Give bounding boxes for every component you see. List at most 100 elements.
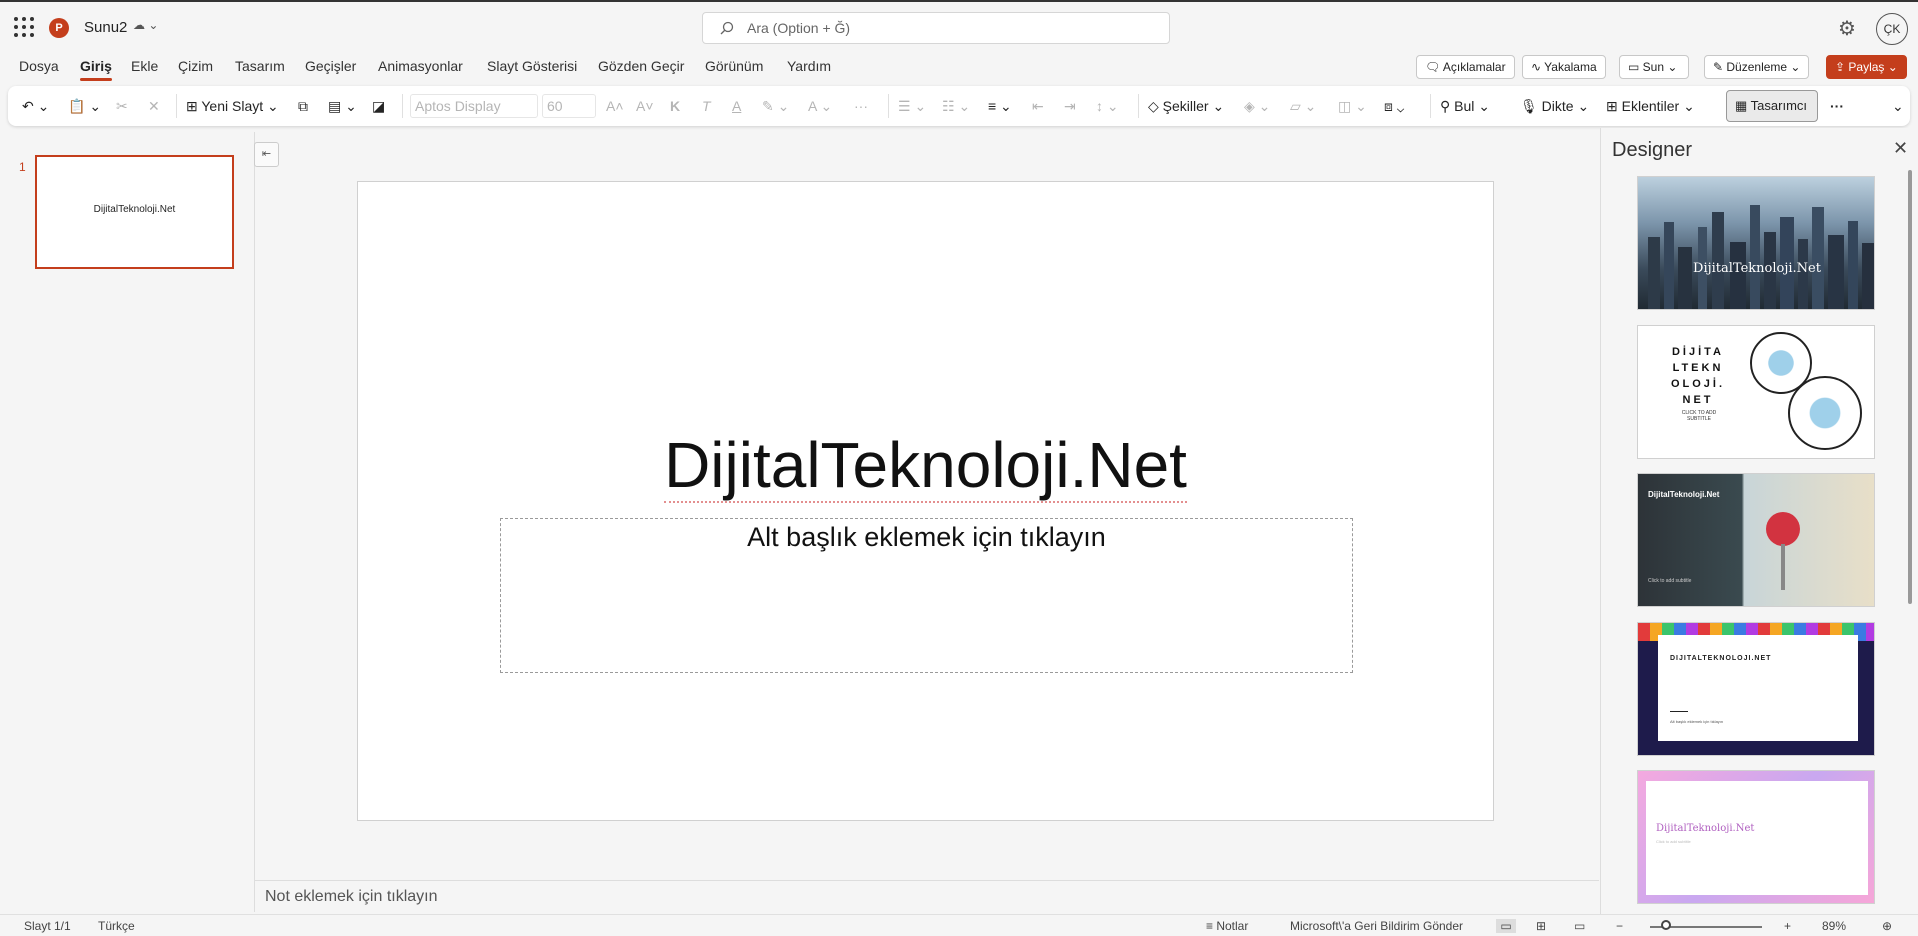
design-idea-5-subtext: Click to add subtitle xyxy=(1656,839,1691,844)
tab-ekle[interactable]: Ekle xyxy=(131,58,158,74)
language-indicator[interactable]: Türkçe xyxy=(98,919,135,933)
share-label: Paylaş xyxy=(1848,60,1885,74)
divider xyxy=(1670,711,1688,712)
tab-gozden-gecir[interactable]: Gözden Geçir xyxy=(598,58,684,74)
bold-button[interactable]: K xyxy=(670,96,680,116)
reuse-slides-icon[interactable]: ⧉ xyxy=(298,96,308,116)
editing-mode-button[interactable]: ✎ Düzenleme ⌄ xyxy=(1704,55,1810,79)
comments-button[interactable]: 🗨 Açıklamalar xyxy=(1416,55,1515,79)
subtitle-placeholder[interactable]: Alt başlık eklemek için tıklayın xyxy=(500,518,1353,673)
tab-animasyonlar[interactable]: Animasyonlar xyxy=(378,58,463,74)
paste-icon[interactable]: 📋 ⌄ xyxy=(68,96,101,116)
zoom-out-icon[interactable]: − xyxy=(1616,919,1623,933)
share-button[interactable]: ⇪ Paylaş ⌄ xyxy=(1826,55,1907,79)
tab-dosya[interactable]: Dosya xyxy=(19,58,59,74)
slide-thumbnail[interactable]: DijitalTeknoloji.Net xyxy=(35,155,234,269)
layout-icon[interactable]: ▤ ⌄ xyxy=(328,96,357,116)
more-options-icon[interactable]: ··· xyxy=(1830,96,1844,116)
new-slide-button[interactable]: ⊞ Yeni Slayt ⌄ xyxy=(186,96,279,116)
present-icon: ▭ xyxy=(1628,60,1643,74)
italic-button[interactable]: T xyxy=(702,96,711,116)
slide-canvas[interactable]: DijitalTeknoloji.Net Alt başlık eklemek … xyxy=(357,181,1494,821)
new-slide-icon: ⊞ xyxy=(186,98,202,114)
addins-icon: ⊞ xyxy=(1606,98,1622,114)
zoom-slider-handle[interactable] xyxy=(1660,920,1671,930)
align-icon[interactable]: ≡ ⌄ xyxy=(988,96,1012,116)
tab-giris[interactable]: Giriş xyxy=(80,58,112,81)
feedback-link[interactable]: Microsoft\'a Geri Bildirim Gönder xyxy=(1290,919,1463,933)
normal-view-icon[interactable]: ▭ xyxy=(1496,919,1516,933)
tab-gecisler[interactable]: Geçişler xyxy=(305,58,356,74)
tab-gorunum[interactable]: Görünüm xyxy=(705,58,763,74)
card-content-box xyxy=(1646,781,1868,895)
clear-icon[interactable]: ✕ xyxy=(148,96,160,116)
decrease-indent-icon[interactable]: ⇤ xyxy=(1032,96,1044,116)
present-button[interactable]: ▭ Sun ⌄ xyxy=(1619,55,1689,79)
format-background-icon[interactable]: ◪ xyxy=(372,96,385,116)
collapse-pane-icon[interactable]: ⇤ xyxy=(254,142,279,167)
catchup-button[interactable]: ∿ Yakalama xyxy=(1522,55,1606,79)
slide-sorter-icon[interactable]: ⊞ xyxy=(1536,919,1546,933)
zoom-in-icon[interactable]: + xyxy=(1784,919,1791,933)
designer-pane: Designer ✕ DijitalTeknoloji.Net DİJİTA L… xyxy=(1600,128,1918,914)
slide-title[interactable]: DijitalTeknoloji.Net xyxy=(358,428,1493,503)
notes-label: Notlar xyxy=(1216,919,1249,933)
zoom-level[interactable]: 89% xyxy=(1822,919,1846,933)
dictate-button[interactable]: 🎙 Dikte ⌄ xyxy=(1520,96,1589,116)
reading-view-icon[interactable]: ▭ xyxy=(1574,919,1585,933)
tab-tasarim[interactable]: Tasarım xyxy=(235,58,285,74)
ribbon-expand-icon[interactable]: ⌄ xyxy=(1892,96,1904,116)
decrease-font-icon[interactable]: A˅ xyxy=(636,96,654,116)
shape-outline-icon[interactable]: ▱ ⌄ xyxy=(1290,96,1316,116)
line-spacing-icon[interactable]: ↕ ⌄ xyxy=(1096,96,1119,116)
slide-title-text: DijitalTeknoloji.Net xyxy=(664,429,1187,503)
font-name-select[interactable]: Aptos Display xyxy=(410,94,538,118)
designer-button[interactable]: ▦ Tasarımcı xyxy=(1726,90,1818,122)
font-color-icon[interactable]: A ⌄ xyxy=(808,96,832,116)
numbering-icon[interactable]: ☷ ⌄ xyxy=(942,96,970,116)
notes-button[interactable]: ≡ Notlar xyxy=(1206,919,1248,933)
design-idea-1[interactable]: DijitalTeknoloji.Net xyxy=(1637,176,1875,310)
bullets-icon[interactable]: ☰ ⌄ xyxy=(898,96,926,116)
highlight-icon[interactable]: ✎ ⌄ xyxy=(762,96,789,116)
design-idea-3[interactable]: DijitalTeknoloji.Net Click to add subtit… xyxy=(1637,473,1875,607)
undo-icon[interactable]: ↶ ⌄ xyxy=(22,96,49,116)
designer-scrollbar[interactable] xyxy=(1908,170,1912,604)
design-idea-2[interactable]: DİJİTA LTEKN OLOJİ. NET CLICK TO ADD SUB… xyxy=(1637,325,1875,459)
comment-icon: 🗨 xyxy=(1425,60,1443,74)
city-skyline-image xyxy=(1648,205,1874,309)
format-painter-icon[interactable]: ✂ xyxy=(116,96,128,116)
design-idea-2-subtext: CLICK TO ADD SUBTITLE xyxy=(1681,410,1717,422)
design-idea-4[interactable]: DIJITALTEKNOLOJI.NET Alt başlık eklemek … xyxy=(1637,622,1875,756)
tab-cizim[interactable]: Çizim xyxy=(178,58,213,74)
circle-photo xyxy=(1788,376,1862,450)
find-button[interactable]: ⚲ Bul ⌄ xyxy=(1440,96,1490,116)
tab-yardim[interactable]: Yardım xyxy=(787,58,831,74)
fit-to-window-icon[interactable]: ⊕ xyxy=(1882,919,1892,933)
app-launcher-icon[interactable] xyxy=(14,17,34,37)
close-icon[interactable]: ✕ xyxy=(1893,138,1908,159)
thumbnail-number: 1 xyxy=(19,160,26,174)
document-title[interactable]: Sunu2 xyxy=(84,19,127,36)
notes-pane[interactable]: Not eklemek için tıklayın xyxy=(255,880,1599,913)
pushpin-image xyxy=(1766,512,1800,546)
search-input[interactable]: Ara (Option + Ğ) xyxy=(702,12,1170,44)
shape-fill-icon[interactable]: ◈ ⌄ xyxy=(1244,96,1270,116)
increase-indent-icon[interactable]: ⇥ xyxy=(1064,96,1076,116)
more-font-icon[interactable]: ··· xyxy=(854,96,868,116)
addins-button[interactable]: ⊞ Eklentiler ⌄ xyxy=(1606,96,1695,116)
shapes-button[interactable]: ◇ Şekiller ⌄ xyxy=(1148,96,1224,116)
font-size-select[interactable]: 60 xyxy=(542,94,596,118)
arrange-icon[interactable]: ⧈ ⌄ xyxy=(1384,96,1404,116)
tab-slayt-gosterisi[interactable]: Slayt Gösterisi xyxy=(487,58,577,74)
settings-gear-icon[interactable]: ⚙ xyxy=(1838,16,1856,41)
increase-font-icon[interactable]: A˄ xyxy=(606,96,624,116)
design-idea-5[interactable]: DijitalTeknoloji.Net Click to add subtit… xyxy=(1637,770,1875,904)
search-icon xyxy=(720,21,734,35)
avatar[interactable]: ÇK xyxy=(1876,13,1908,45)
design-idea-4-text: DIJITALTEKNOLOJI.NET xyxy=(1670,655,1772,662)
dictate-label: Dikte xyxy=(1541,98,1574,114)
save-status-icon[interactable]: ☁ ⌄ xyxy=(133,18,158,32)
underline-button[interactable]: A xyxy=(732,96,741,116)
shape-effects-icon[interactable]: ◫ ⌄ xyxy=(1338,96,1367,116)
